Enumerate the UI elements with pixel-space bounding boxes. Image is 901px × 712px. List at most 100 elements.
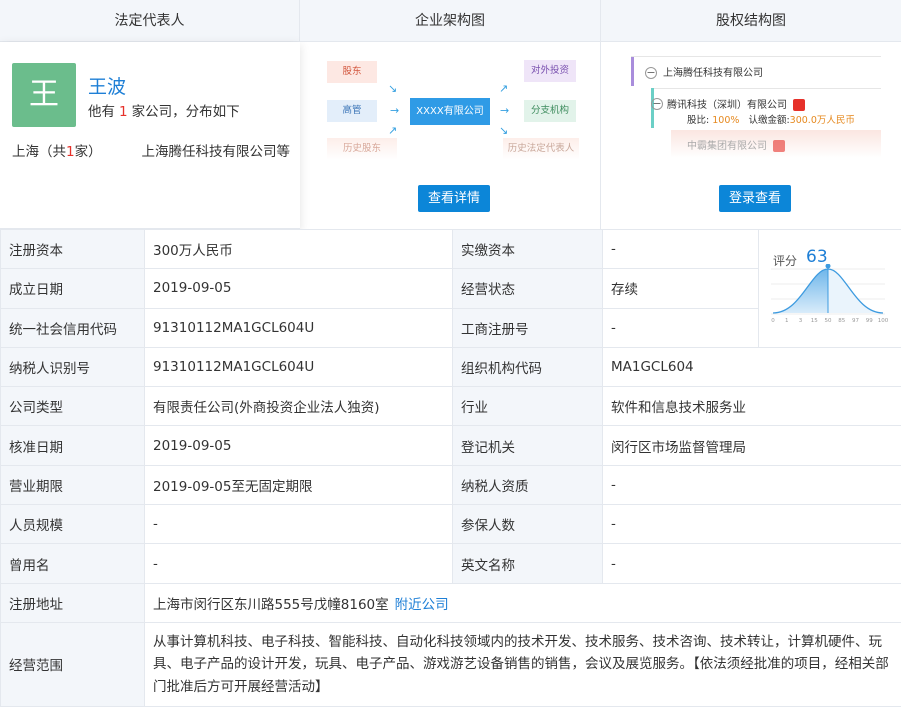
collapse-icon[interactable]: − xyxy=(645,67,657,79)
table-row: 经营范围 从事计算机科技、电子科技、智能科技、自动化科技领域内的技术开发、技术服… xyxy=(0,621,901,707)
paid-capital-value: - xyxy=(602,228,759,270)
org-management-box: 高管 xyxy=(327,100,377,122)
arrow-icon: ↘ xyxy=(388,82,398,95)
english-name-label: 英文名称 xyxy=(452,543,603,584)
equity-child-2[interactable]: 中霸集团有限公司 xyxy=(687,137,785,152)
legal-rep-name[interactable]: 王波 xyxy=(88,72,126,99)
tax-qual-value: - xyxy=(602,464,901,506)
insured-label: 参保人数 xyxy=(452,504,603,545)
region-count: 1 xyxy=(66,144,75,160)
status-value: 存续 xyxy=(602,268,759,309)
equity-child-1-meta: 股比: 100% 认缴金额:300.0万人民币 xyxy=(687,112,855,126)
tax-qual-label: 纳税人资质 xyxy=(452,464,603,506)
equity-child-1[interactable]: − 腾讯科技（深圳）有限公司 xyxy=(651,96,805,111)
equity-root-name: 上海腾任科技有限公司 xyxy=(663,68,763,79)
business-info-table: 注册资本 300万人民币 实缴资本 - 评分 63 0 1 3 15 50 85… xyxy=(0,228,901,707)
staff-label: 人员规模 xyxy=(0,504,145,545)
org-investment-box: 对外投资 xyxy=(524,60,576,82)
tree-line xyxy=(631,56,634,86)
equity-panel: 股权结构图 − 上海腾任科技有限公司 − 腾讯科技（深圳）有限公司 股比: 100… xyxy=(601,0,901,229)
flag-icon xyxy=(773,140,785,152)
biz-reg-value: - xyxy=(602,307,759,348)
tree-line xyxy=(651,88,881,89)
avatar: 王 xyxy=(12,63,76,127)
arrow-icon: → xyxy=(500,104,510,117)
paid-capital-label: 实缴资本 xyxy=(452,228,603,270)
table-row: 曾用名 - 英文名称 - xyxy=(0,543,901,584)
insured-value: - xyxy=(602,504,901,545)
legal-rep-panel: 法定代表人 王 王波 他有 1 家公司，分布如下 上海（共1家） 上海腾任科技有限公… xyxy=(0,0,300,229)
org-company-box: XXXX有限公司 xyxy=(410,98,490,125)
table-row: 纳税人识别号 91310112MA1GCL604U 组织机构代码 MA1GCL6… xyxy=(0,346,901,388)
authority-value: 闵行区市场监督管理局 xyxy=(602,425,901,466)
score-tick-label: 85 xyxy=(838,318,845,324)
table-row: 人员规模 - 参保人数 - xyxy=(0,504,901,545)
capital-label: 认缴金额: xyxy=(748,115,790,126)
est-date-label: 成立日期 xyxy=(0,268,145,309)
summary-prefix: 他有 xyxy=(88,104,115,120)
score-area xyxy=(773,269,828,313)
address-label: 注册地址 xyxy=(0,582,145,623)
former-name-label: 曾用名 xyxy=(0,543,145,584)
region-label: 上海（共1家） xyxy=(12,140,102,160)
industry-value: 软件和信息技术服务业 xyxy=(602,386,901,427)
ratio-label: 股比: xyxy=(687,115,710,126)
tab-org-chart[interactable]: 企业架构图 xyxy=(300,0,600,42)
region-companies[interactable]: 上海腾任科技有限公司等 xyxy=(142,140,291,160)
score-tick-label: 15 xyxy=(811,318,818,324)
arrow-icon: ↗ xyxy=(388,124,398,137)
table-row: 营业期限 2019-09-05至无固定期限 纳税人资质 - xyxy=(0,464,901,506)
table-row: 核准日期 2019-09-05 登记机关 闵行区市场监督管理局 xyxy=(0,425,901,466)
score-widget[interactable]: 评分 63 0 1 3 15 50 85 97 99 100 xyxy=(758,229,901,348)
score-marker xyxy=(825,264,831,269)
collapse-icon[interactable]: − xyxy=(651,98,663,110)
score-tick-label: 1 xyxy=(785,318,789,324)
nearby-companies-link[interactable]: 附近公司 xyxy=(395,597,449,613)
login-view-button[interactable]: 登录查看 xyxy=(719,185,792,212)
english-name-value: - xyxy=(602,543,901,584)
approve-date-value: 2019-09-05 xyxy=(144,425,453,466)
approve-date-label: 核准日期 xyxy=(0,425,145,466)
address-cell: 上海市闵行区东川路555号戊幢8160室 附近公司 xyxy=(144,582,901,623)
flag-icon xyxy=(793,99,805,111)
est-date-value: 2019-09-05 xyxy=(144,268,453,309)
staff-value: - xyxy=(144,504,453,545)
table-row: 注册资本 300万人民币 实缴资本 - 评分 63 0 1 3 15 50 85… xyxy=(0,228,901,348)
score-tick-label: 100 xyxy=(878,318,889,324)
address-value: 上海市闵行区东川路555号戊幢8160室 xyxy=(153,596,389,613)
taxpayer-id-value: 91310112MA1GCL604U xyxy=(144,346,453,388)
status-label: 经营状态 xyxy=(452,268,603,309)
scope-label: 经营范围 xyxy=(0,621,145,707)
org-code-value: MA1GCL604 xyxy=(602,346,901,388)
arrow-icon: ↘ xyxy=(499,124,509,137)
view-detail-button[interactable]: 查看详情 xyxy=(418,185,491,212)
score-tick-label: 97 xyxy=(852,318,859,324)
taxpayer-id-label: 纳税人识别号 xyxy=(0,346,145,388)
legal-rep-card: 王 王波 他有 1 家公司，分布如下 上海（共1家） 上海腾任科技有限公司等 xyxy=(0,42,300,229)
table-row: 注册地址 上海市闵行区东川路555号戊幢8160室 附近公司 xyxy=(0,582,901,623)
biz-reg-label: 工商注册号 xyxy=(452,307,603,348)
company-type-value: 有限责任公司(外商投资企业法人独资) xyxy=(144,386,453,427)
tab-legal-rep[interactable]: 法定代表人 xyxy=(0,0,299,42)
summary-suffix: 家公司，分布如下 xyxy=(131,104,240,120)
capital-value: 300.0万人民币 xyxy=(789,115,855,126)
former-name-value: - xyxy=(144,543,453,584)
org-history-shareholder-box: 历史股东 xyxy=(327,138,397,160)
equity-root[interactable]: − 上海腾任科技有限公司 xyxy=(645,64,763,79)
term-value: 2019-09-05至无固定期限 xyxy=(144,464,453,506)
org-shareholder-box: 股东 xyxy=(327,61,377,83)
credit-code-label: 统一社会信用代码 xyxy=(0,307,145,348)
legal-rep-summary: 他有 1 家公司，分布如下 xyxy=(88,100,240,120)
arrow-icon: → xyxy=(390,104,400,117)
score-ticks: 0 1 3 15 50 85 97 99 100 xyxy=(771,318,888,324)
tab-equity[interactable]: 股权结构图 xyxy=(601,0,901,42)
arrow-icon: ↗ xyxy=(499,82,509,95)
score-tick-label: 0 xyxy=(771,318,775,324)
score-tick-label: 99 xyxy=(866,318,873,324)
score-curve-chart: 0 1 3 15 50 85 97 99 100 xyxy=(771,264,889,324)
region-suffix: 家） xyxy=(74,144,102,160)
ratio-value: 100% xyxy=(712,115,740,126)
org-branch-box: 分支机构 xyxy=(524,100,576,122)
summary-panels: 法定代表人 王 王波 他有 1 家公司，分布如下 上海（共1家） 上海腾任科技有限公… xyxy=(0,0,901,229)
scope-value: 从事计算机科技、电子科技、智能科技、自动化科技领域内的技术开发、技术服务、技术咨… xyxy=(144,621,901,707)
